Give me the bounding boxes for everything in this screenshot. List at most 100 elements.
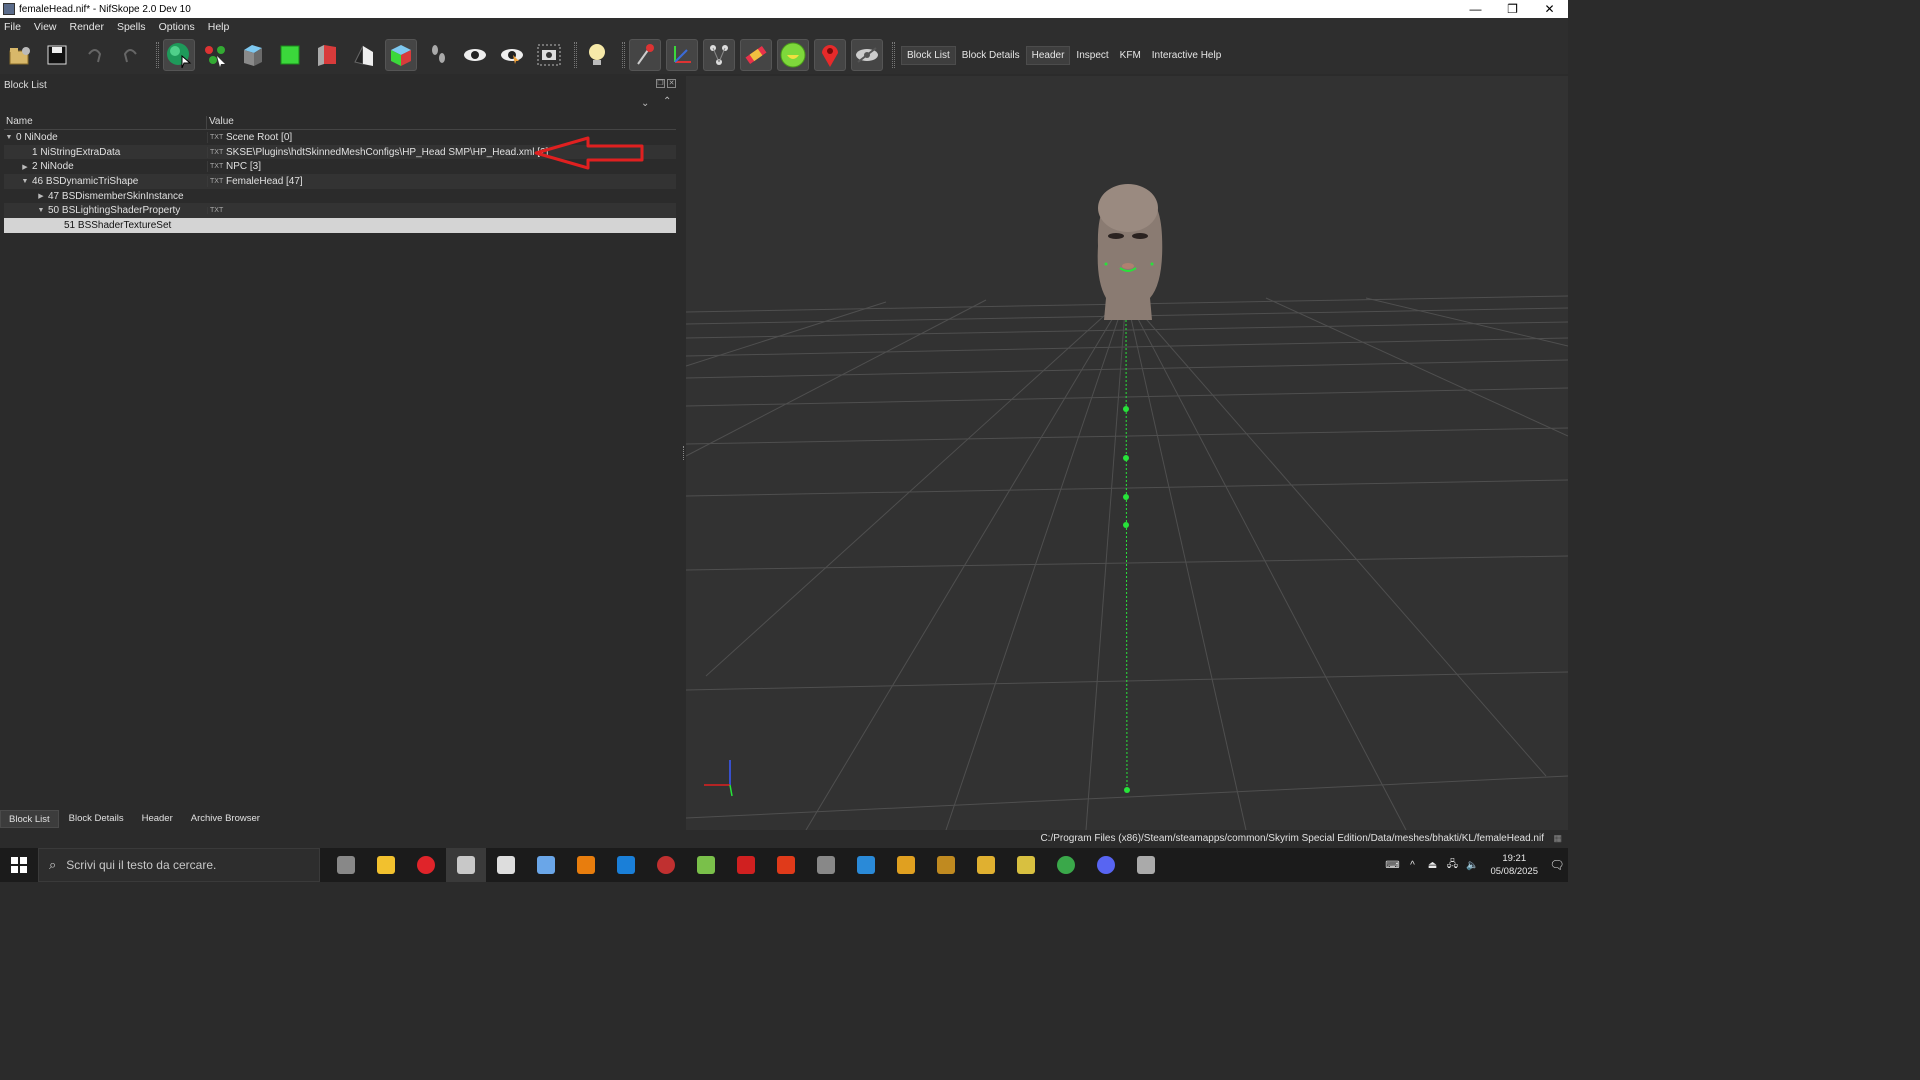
dock-float-button[interactable]: ❐ [656, 79, 665, 88]
blender-icon[interactable] [566, 848, 606, 882]
maximize-button[interactable]: ❐ [1494, 2, 1531, 16]
keyboard-icon[interactable]: ⌨ [1382, 860, 1402, 871]
furniture-icon[interactable] [777, 39, 809, 71]
store-icon[interactable] [606, 848, 646, 882]
expanded-arrow-icon[interactable]: ▼ [36, 207, 46, 214]
spellbook-icon[interactable] [926, 848, 966, 882]
menu-spells[interactable]: Spells [117, 21, 146, 33]
tray-expand-icon[interactable]: ^ [1402, 860, 1422, 871]
light-icon[interactable] [581, 39, 613, 71]
flash-icon[interactable] [726, 848, 766, 882]
toolbar-tab-header[interactable]: Header [1025, 45, 1071, 65]
quill-icon[interactable] [526, 848, 566, 882]
collapsed-arrow-icon[interactable]: ▶ [20, 163, 30, 171]
marker-icon[interactable] [814, 39, 846, 71]
menu-view[interactable]: View [34, 21, 57, 33]
bottom-tab-block-details[interactable]: Block Details [61, 810, 132, 828]
expanded-arrow-icon[interactable]: ▼ [4, 134, 14, 141]
expand-all-icon[interactable]: ⌄ [641, 98, 649, 109]
tree-row[interactable]: ▼ 50 BSLightingShaderProperty TXT [4, 203, 676, 219]
view-side-icon[interactable] [311, 39, 343, 71]
tree-row[interactable]: 51 BSShaderTextureSet [4, 218, 676, 233]
toolbar-tab-interactive-help[interactable]: Interactive Help [1147, 47, 1226, 64]
open-icon[interactable] [4, 39, 36, 71]
network-icon[interactable]: 🖧 [1442, 857, 1462, 874]
nif-icon[interactable] [1126, 848, 1166, 882]
dock-close-button[interactable]: ✕ [667, 79, 676, 88]
taskbar-search[interactable]: ⌕ Scrivi qui il testo da cercare. [38, 848, 320, 882]
menu-render[interactable]: Render [70, 21, 104, 33]
game-icon[interactable] [646, 848, 686, 882]
toolbar-tab-block-details[interactable]: Block Details [957, 47, 1025, 64]
column-value-header[interactable]: Value [207, 116, 676, 129]
resize-grip-icon[interactable]: ▦ [1553, 833, 1562, 844]
menu-file[interactable]: File [4, 21, 21, 33]
folder-icon[interactable] [886, 848, 926, 882]
constraints-icon[interactable] [703, 39, 735, 71]
nifskope-icon[interactable] [446, 848, 486, 882]
tree-row[interactable]: ▶ 47 BSDismemberSkinInstance [4, 189, 676, 204]
row-value: NPC [3] [226, 161, 262, 173]
string-type-icon: TXT [210, 177, 224, 185]
tree-row[interactable]: ▼ 46 BSDynamicTriShape TXT FemaleHead [47] [4, 174, 676, 189]
expanded-arrow-icon[interactable]: ▼ [20, 178, 30, 185]
redo-icon[interactable] [115, 39, 147, 71]
archive-icon[interactable] [966, 848, 1006, 882]
chrome-icon[interactable] [1046, 848, 1086, 882]
row-name: 50 BSLightingShaderProperty [48, 205, 181, 217]
foxit-icon[interactable] [766, 848, 806, 882]
bottom-tab-archive-browser[interactable]: Archive Browser [183, 810, 268, 828]
toolbar-tab-block-list[interactable]: Block List [901, 45, 956, 65]
mail-icon[interactable] [846, 848, 886, 882]
file-explorer-icon[interactable] [366, 848, 406, 882]
column-name-header[interactable]: Name [4, 116, 207, 129]
ground-grid [686, 184, 1568, 830]
view-top-icon[interactable] [237, 39, 269, 71]
render-viewport[interactable] [686, 76, 1568, 830]
axes-icon[interactable] [666, 39, 698, 71]
notification-icon[interactable]: 🗨 [1546, 855, 1568, 875]
menu-help[interactable]: Help [208, 21, 230, 33]
mo2-icon-glyph [497, 856, 515, 874]
hidden-icon[interactable] [851, 39, 883, 71]
connect-icon[interactable] [200, 39, 232, 71]
task-view-icon[interactable] [326, 848, 366, 882]
menu-options[interactable]: Options [159, 21, 195, 33]
collapsed-arrow-icon[interactable]: ▶ [36, 192, 46, 200]
undo-icon[interactable] [78, 39, 110, 71]
row-value: SKSE\Plugins\hdtSkinnedMeshConfigs\HP_He… [226, 146, 549, 158]
title-bar: femaleHead.nif* - NifSkope 2.0 Dev 10 — … [0, 0, 1568, 18]
view-front-icon[interactable] [274, 39, 306, 71]
view-flip-icon[interactable] [348, 39, 380, 71]
bottom-tab-block-list[interactable]: Block List [0, 810, 59, 828]
quill-icon-glyph [537, 856, 555, 874]
minimize-button[interactable]: — [1457, 2, 1494, 16]
usb-icon[interactable]: ⏏ [1422, 860, 1442, 871]
close-button[interactable]: ✕ [1531, 2, 1568, 16]
visibility-alt-icon[interactable] [496, 39, 528, 71]
toolbar-tab-kfm[interactable]: KFM [1115, 47, 1146, 64]
start-button[interactable] [0, 848, 38, 882]
save-icon[interactable] [41, 39, 73, 71]
havok-icon[interactable] [740, 39, 772, 71]
visibility-icon[interactable] [459, 39, 491, 71]
map-icon[interactable] [1006, 848, 1046, 882]
terminal-icon[interactable] [806, 848, 846, 882]
mo2-icon[interactable] [486, 848, 526, 882]
node-icon[interactable] [629, 39, 661, 71]
toolbar-tab-inspect[interactable]: Inspect [1071, 47, 1113, 64]
discord-icon[interactable] [1086, 848, 1126, 882]
walk-icon[interactable] [422, 39, 454, 71]
notes-icon[interactable] [686, 848, 726, 882]
bottom-tab-header[interactable]: Header [134, 810, 181, 828]
clock-date: 05/08/2025 [1490, 866, 1538, 877]
select-icon[interactable] [163, 39, 195, 71]
head-model [1097, 184, 1163, 320]
string-type-icon: TXT [210, 163, 224, 171]
clock[interactable]: 19:21 05/08/2025 [1490, 852, 1538, 878]
opera-icon[interactable] [406, 848, 446, 882]
screenshot-icon[interactable] [533, 39, 565, 71]
collapse-all-icon[interactable]: ⌃ [663, 96, 671, 107]
volume-icon[interactable]: 🔈 [1462, 860, 1482, 871]
view-user-icon[interactable] [385, 39, 417, 71]
